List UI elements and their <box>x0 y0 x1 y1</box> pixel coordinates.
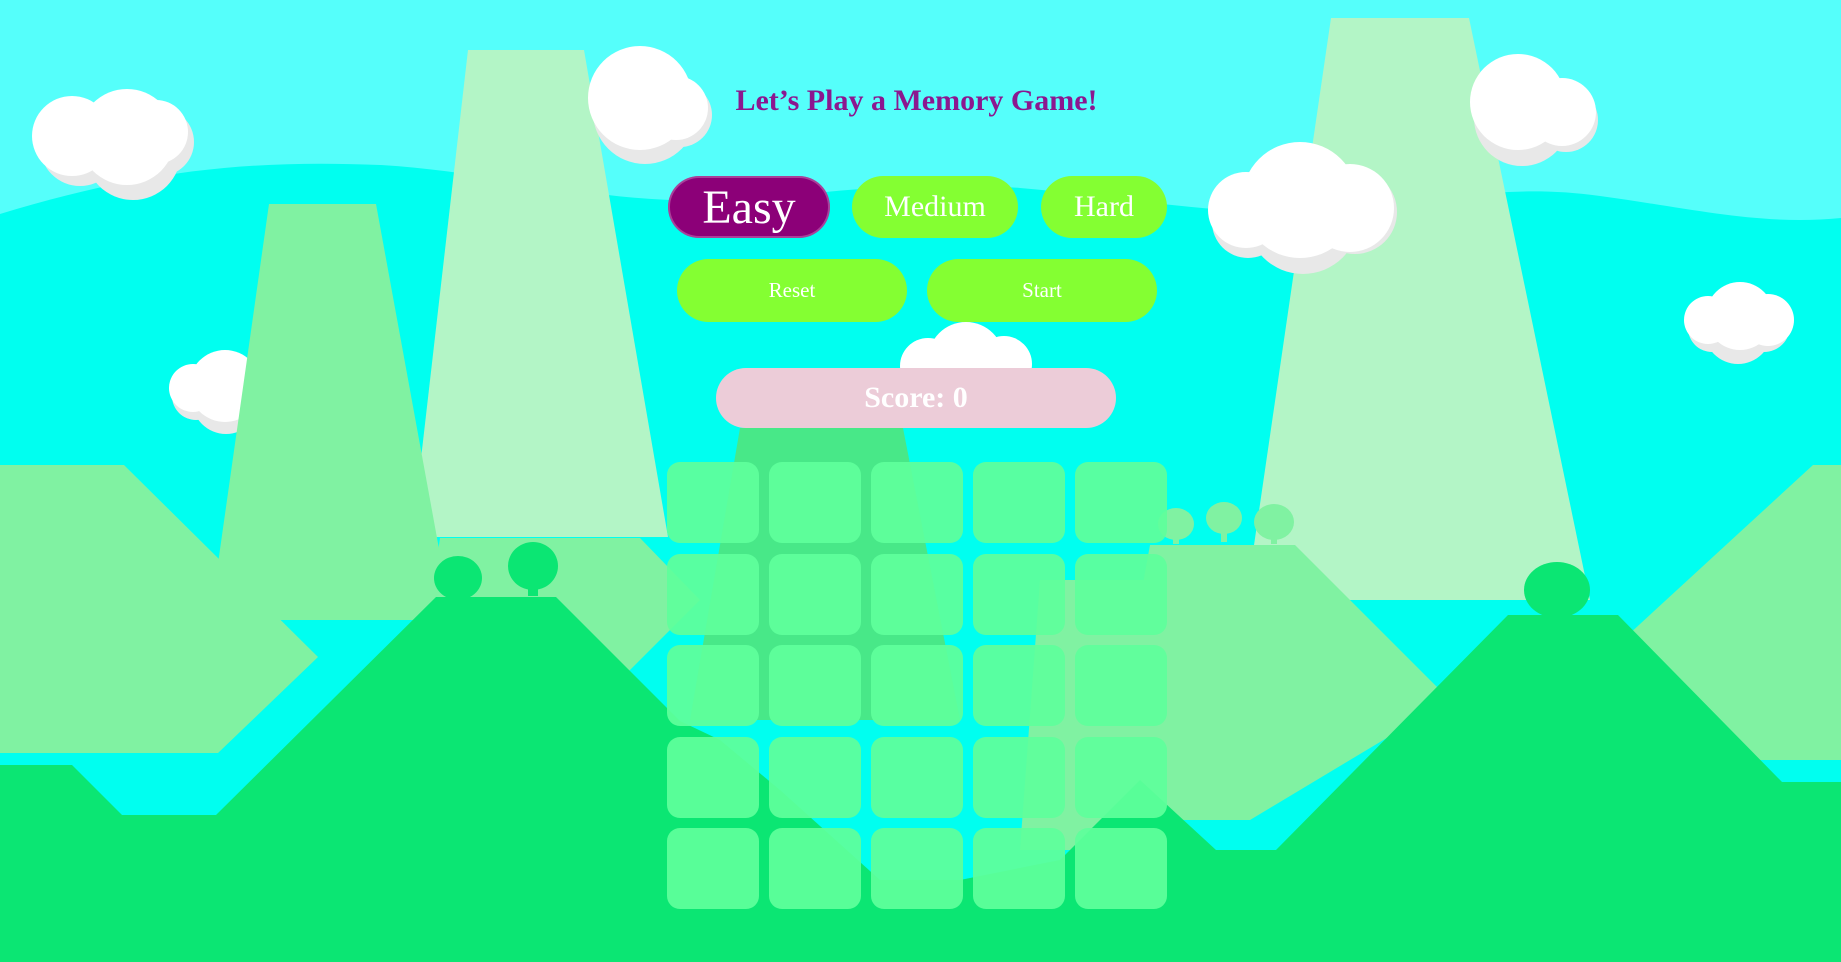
tree <box>434 556 482 600</box>
memory-card[interactable] <box>1075 737 1167 818</box>
card-grid <box>667 462 1167 910</box>
memory-card[interactable] <box>973 737 1065 818</box>
memory-card[interactable] <box>1075 554 1167 635</box>
memory-card[interactable] <box>871 828 963 909</box>
memory-card[interactable] <box>973 645 1065 726</box>
reset-button[interactable]: Reset <box>677 259 907 322</box>
memory-card[interactable] <box>769 462 861 543</box>
memory-card[interactable] <box>1075 645 1167 726</box>
memory-card[interactable] <box>871 462 963 543</box>
memory-card[interactable] <box>667 828 759 909</box>
memory-card[interactable] <box>667 737 759 818</box>
score-display: Score: 0 <box>716 368 1116 428</box>
easy-button[interactable]: Easy <box>668 176 830 238</box>
memory-card[interactable] <box>667 554 759 635</box>
memory-card[interactable] <box>769 737 861 818</box>
memory-card[interactable] <box>1075 828 1167 909</box>
start-button[interactable]: Start <box>927 259 1157 322</box>
memory-card[interactable] <box>973 554 1065 635</box>
page-title: Let’s Play a Memory Game! <box>735 84 1098 117</box>
memory-card[interactable] <box>871 645 963 726</box>
memory-card[interactable] <box>973 462 1065 543</box>
memory-card[interactable] <box>871 554 963 635</box>
game-screen: Let’s Play a Memory Game! Easy Medium Ha… <box>0 0 1841 962</box>
memory-card[interactable] <box>667 462 759 543</box>
memory-card[interactable] <box>1075 462 1167 543</box>
memory-card[interactable] <box>871 737 963 818</box>
memory-card[interactable] <box>769 554 861 635</box>
memory-card[interactable] <box>667 645 759 726</box>
memory-card[interactable] <box>973 828 1065 909</box>
tree <box>1524 562 1590 618</box>
hard-button[interactable]: Hard <box>1041 176 1167 238</box>
memory-card[interactable] <box>769 828 861 909</box>
memory-card[interactable] <box>769 645 861 726</box>
medium-button[interactable]: Medium <box>852 176 1018 238</box>
